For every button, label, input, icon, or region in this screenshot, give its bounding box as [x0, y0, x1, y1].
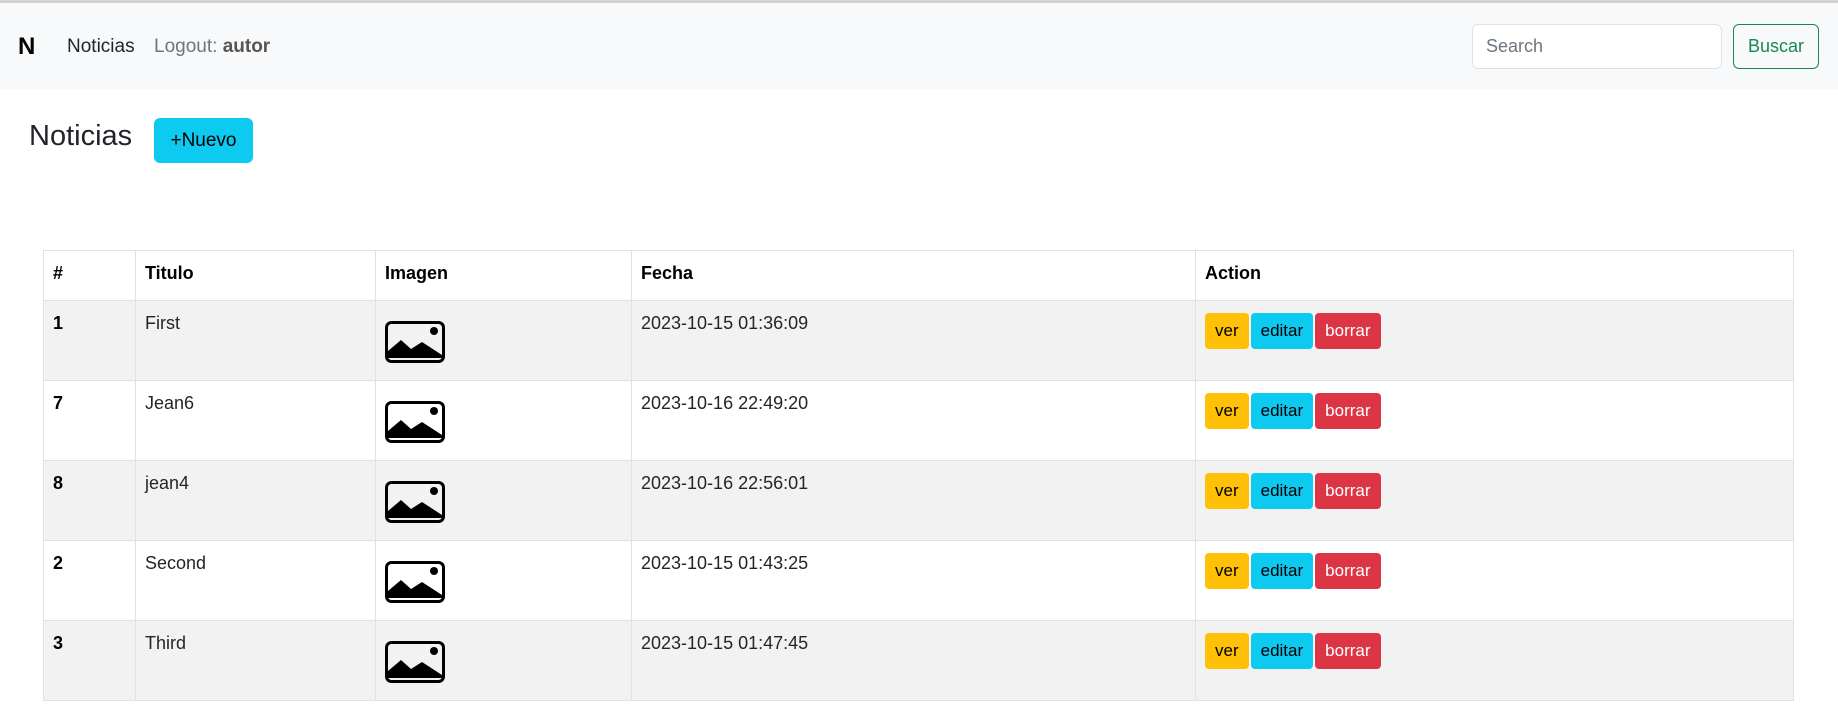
search-input[interactable] [1472, 24, 1722, 69]
nav-link-noticias[interactable]: Noticias [67, 36, 135, 58]
nav-link-logout[interactable]: Logout: autor [154, 36, 270, 58]
cell-titulo: Second [135, 540, 376, 621]
table-row: 7 Jean6 2023-10-16 22:49:20 ver editar borrar [43, 380, 1794, 461]
editar-button[interactable]: editar [1250, 553, 1314, 589]
cell-imagen [375, 380, 632, 461]
table-row: 1 First 2023-10-15 01:36:09 ver editar borrar [43, 300, 1794, 381]
page-title: Noticias [29, 120, 133, 152]
ver-button[interactable]: ver [1205, 313, 1249, 349]
editar-button[interactable]: editar [1250, 633, 1314, 669]
ver-button[interactable]: ver [1205, 473, 1249, 509]
brand-logo[interactable]: N [18, 33, 35, 61]
cell-titulo: Jean6 [135, 380, 376, 461]
cell-actions: ver editar borrar [1195, 460, 1794, 541]
ver-button[interactable]: ver [1205, 553, 1249, 589]
search-button[interactable]: Buscar [1733, 24, 1819, 69]
new-noticia-button[interactable]: +Nuevo [154, 118, 253, 163]
cell-id: 7 [43, 380, 136, 461]
borrar-button[interactable]: borrar [1315, 393, 1381, 429]
header-id: # [43, 250, 136, 301]
image-icon [385, 641, 445, 683]
borrar-button[interactable]: borrar [1315, 633, 1381, 669]
cell-imagen [375, 460, 632, 541]
editar-button[interactable]: editar [1250, 473, 1314, 509]
cell-titulo: Third [135, 620, 376, 701]
table-row: 3 Third 2023-10-15 01:47:45 ver editar borrar [43, 620, 1794, 701]
header-fecha: Fecha [631, 250, 1196, 301]
cell-fecha: 2023-10-15 01:47:45 [631, 620, 1196, 701]
cell-actions: ver editar borrar [1195, 380, 1794, 461]
cell-id: 1 [43, 300, 136, 381]
cell-titulo: First [135, 300, 376, 381]
cell-imagen [375, 540, 632, 621]
header-imagen: Imagen [375, 250, 632, 301]
cell-actions: ver editar borrar [1195, 300, 1794, 381]
image-icon [385, 321, 445, 363]
navbar: N Noticias Logout: autor Buscar [0, 3, 1838, 89]
noticias-table: # Titulo Imagen Fecha Action 1 First 2023-… [43, 250, 1794, 701]
borrar-button[interactable]: borrar [1315, 473, 1381, 509]
borrar-button[interactable]: borrar [1315, 553, 1381, 589]
ver-button[interactable]: ver [1205, 633, 1249, 669]
header-action: Action [1195, 250, 1794, 301]
cell-titulo: jean4 [135, 460, 376, 541]
ver-button[interactable]: ver [1205, 393, 1249, 429]
cell-fecha: 2023-10-15 01:43:25 [631, 540, 1196, 621]
noticias-table-container: # Titulo Imagen Fecha Action 1 First 2023-… [43, 250, 1794, 701]
editar-button[interactable]: editar [1250, 393, 1314, 429]
image-icon [385, 561, 445, 603]
header-titulo: Titulo [135, 250, 376, 301]
editar-button[interactable]: editar [1250, 313, 1314, 349]
cell-id: 8 [43, 460, 136, 541]
cell-fecha: 2023-10-15 01:36:09 [631, 300, 1196, 381]
image-icon [385, 401, 445, 443]
cell-id: 3 [43, 620, 136, 701]
cell-imagen [375, 620, 632, 701]
image-icon [385, 481, 445, 523]
cell-actions: ver editar borrar [1195, 540, 1794, 621]
logout-username: autor [222, 36, 271, 57]
logout-label: Logout: [154, 36, 218, 57]
cell-id: 2 [43, 540, 136, 621]
cell-imagen [375, 300, 632, 381]
table-row: 2 Second 2023-10-15 01:43:25 ver editar borra… [43, 540, 1794, 621]
cell-fecha: 2023-10-16 22:56:01 [631, 460, 1196, 541]
cell-actions: ver editar borrar [1195, 620, 1794, 701]
borrar-button[interactable]: borrar [1315, 313, 1381, 349]
table-row: 8 jean4 2023-10-16 22:56:01 ver editar borrar [43, 460, 1794, 541]
table-header-row: # Titulo Imagen Fecha Action [43, 250, 1794, 301]
cell-fecha: 2023-10-16 22:49:20 [631, 380, 1196, 461]
